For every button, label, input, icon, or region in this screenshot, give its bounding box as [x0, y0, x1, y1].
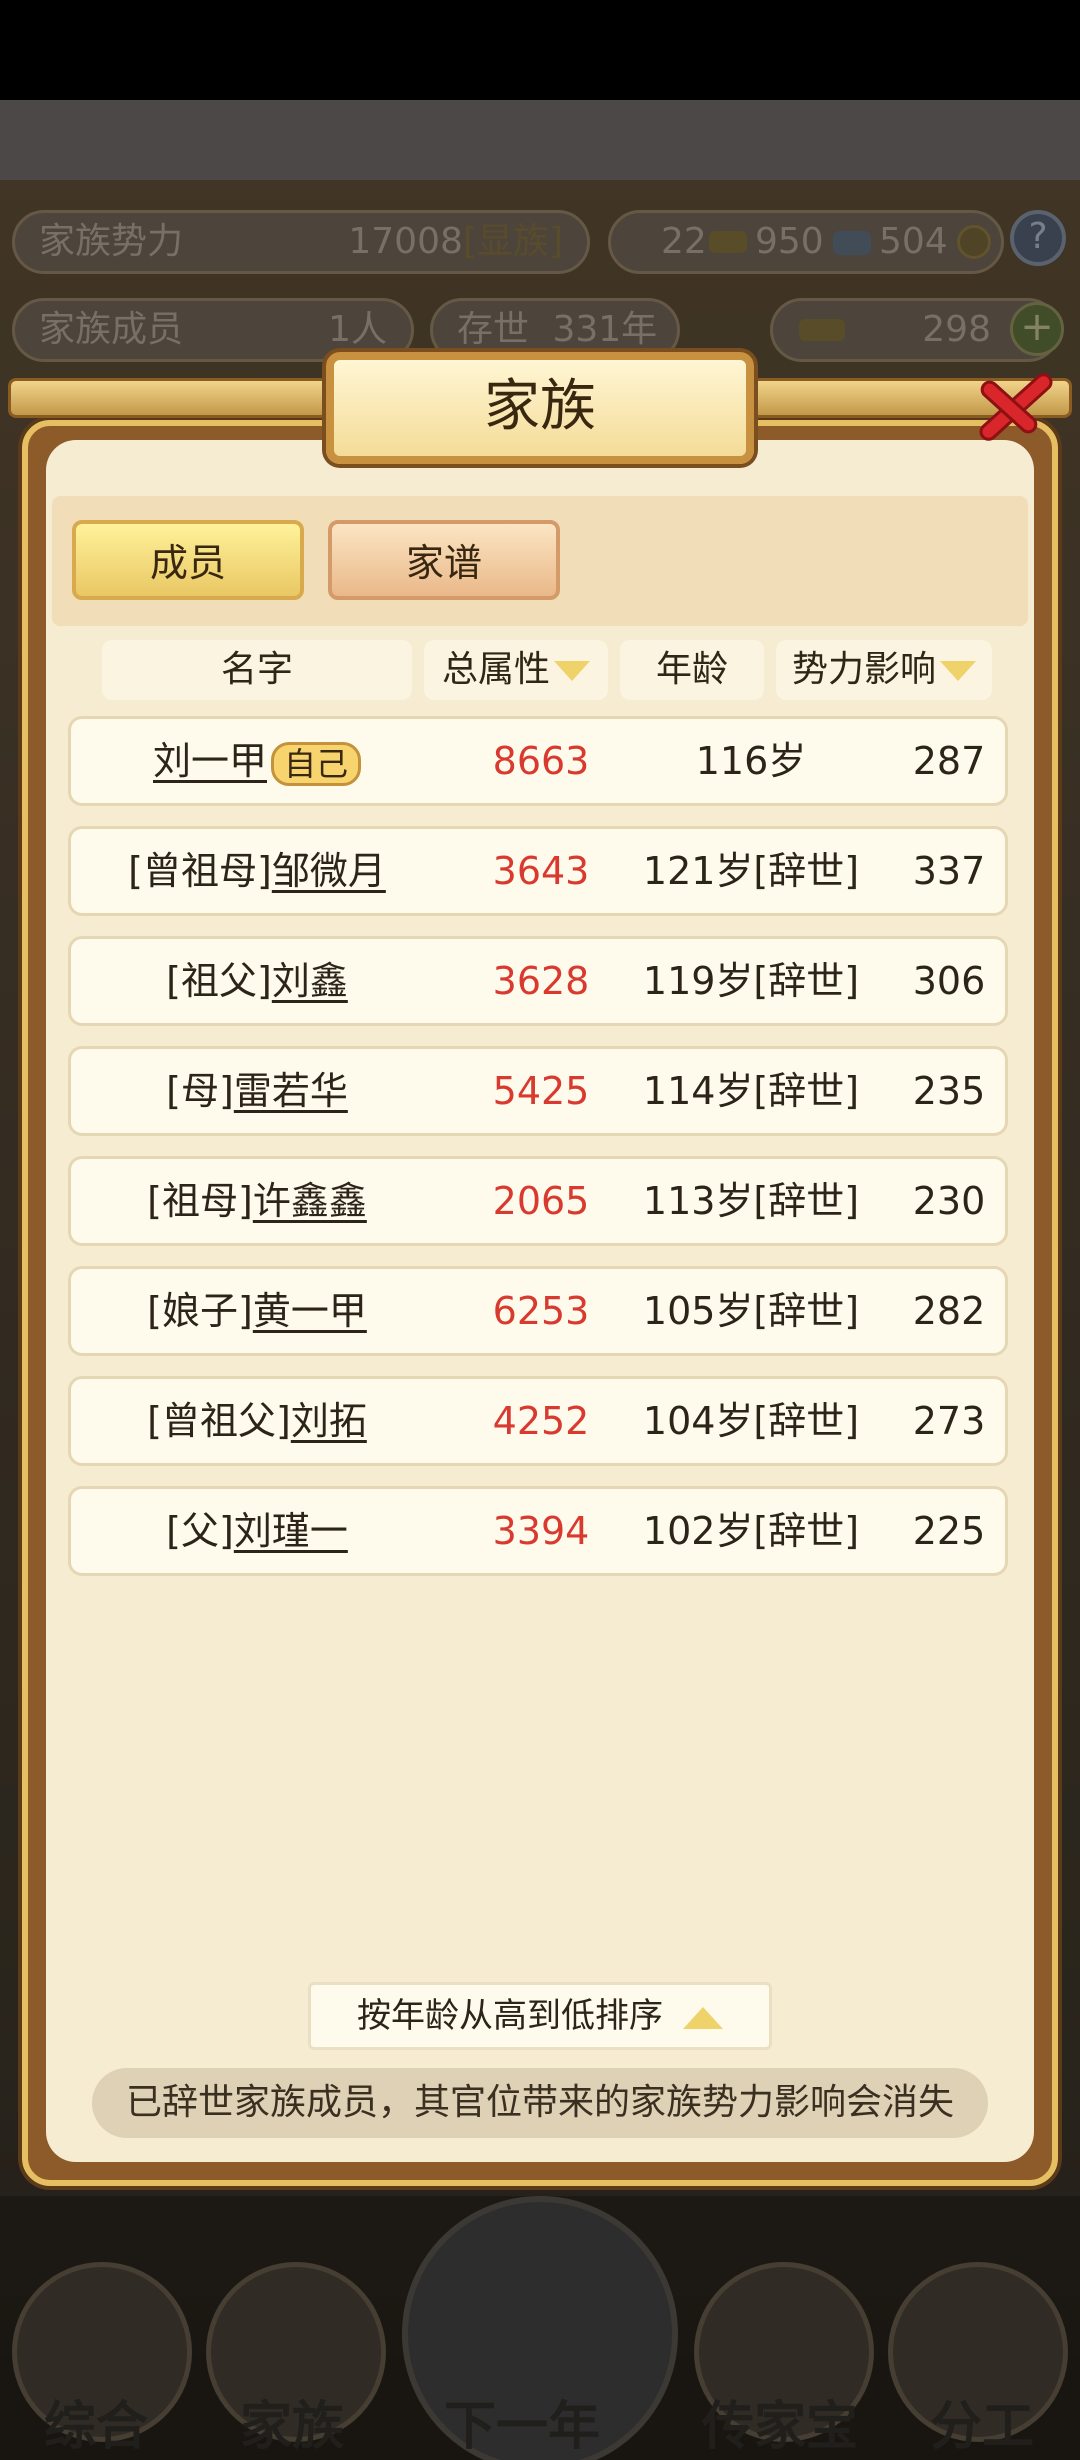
- member-attr: 4252: [492, 1399, 590, 1443]
- member-influence: 337: [912, 849, 986, 893]
- member-name-cell: 刘一甲 自己: [71, 719, 443, 803]
- member-name[interactable]: 黄一甲: [253, 1289, 367, 1333]
- member-influence: 273: [912, 1399, 986, 1443]
- member-name[interactable]: 刘瑾一: [234, 1509, 348, 1553]
- deceased-notice: 已辞世家族成员，其官位带来的家族势力影响会消失: [92, 2068, 988, 2138]
- member-name-cell: [祖父]刘鑫: [71, 939, 443, 1023]
- sort-down-icon: [554, 661, 590, 681]
- member-relation: [娘子]: [147, 1289, 253, 1333]
- member-relation: [母]: [166, 1069, 234, 1113]
- column-influence-label: 势力影响: [791, 649, 936, 690]
- member-attr: 3643: [492, 849, 590, 893]
- sort-order-label: 按年龄从高到低排序: [357, 1996, 663, 2036]
- table-row[interactable]: [祖母]许鑫鑫 2065 113岁[辞世] 230: [68, 1156, 1008, 1246]
- member-name[interactable]: 邹微月: [272, 849, 386, 893]
- sort-order-button[interactable]: 按年龄从高到低排序: [308, 1982, 772, 2050]
- member-age: 113岁[辞世]: [642, 1179, 860, 1223]
- member-age: 105岁[辞世]: [642, 1289, 860, 1333]
- member-relation: [曾祖父]: [147, 1399, 291, 1443]
- member-influence: 235: [912, 1069, 986, 1113]
- member-name-cell: [曾祖父]刘拓: [71, 1379, 443, 1463]
- member-attr: 3628: [492, 959, 590, 1003]
- member-relation: [祖母]: [147, 1179, 253, 1223]
- member-age: 121岁[辞世]: [642, 849, 860, 893]
- member-age: 102岁[辞世]: [642, 1509, 860, 1553]
- column-total-attr[interactable]: 总属性: [424, 640, 608, 700]
- sort-up-icon: [683, 2006, 723, 2029]
- column-name-label: 名字: [220, 649, 293, 690]
- table-row[interactable]: [父]刘瑾一 3394 102岁[辞世] 225: [68, 1486, 1008, 1576]
- member-attr: 8663: [492, 739, 590, 783]
- table-row[interactable]: [祖父]刘鑫 3628 119岁[辞世] 306: [68, 936, 1008, 1026]
- nav-dim-overlay: [0, 2196, 1080, 2460]
- member-age: 119岁[辞世]: [642, 959, 860, 1003]
- member-name[interactable]: 刘鑫: [272, 959, 348, 1003]
- member-relation: [祖父]: [166, 959, 272, 1003]
- member-influence: 306: [912, 959, 986, 1003]
- tab-family-tree[interactable]: 家谱: [328, 520, 560, 600]
- member-influence: 230: [912, 1179, 986, 1223]
- member-age: 114岁[辞世]: [642, 1069, 860, 1113]
- member-age: 104岁[辞世]: [642, 1399, 860, 1443]
- column-age-label: 年龄: [655, 649, 728, 690]
- close-icon[interactable]: [960, 350, 1070, 460]
- member-name-cell: [父]刘瑾一: [71, 1489, 443, 1573]
- member-name-cell: [母]雷若华: [71, 1049, 443, 1133]
- member-name[interactable]: 刘一甲: [153, 739, 267, 783]
- dialog-title: 家族: [326, 352, 754, 464]
- table-row[interactable]: [娘子]黄一甲 6253 105岁[辞世] 282: [68, 1266, 1008, 1356]
- member-name-cell: [娘子]黄一甲: [71, 1269, 443, 1353]
- column-influence[interactable]: 势力影响: [776, 640, 992, 700]
- column-total-attr-label: 总属性: [441, 649, 550, 690]
- table-row[interactable]: [母]雷若华 5425 114岁[辞世] 235: [68, 1046, 1008, 1136]
- table-row[interactable]: [曾祖母]邹微月 3643 121岁[辞世] 337: [68, 826, 1008, 916]
- member-influence: 282: [912, 1289, 986, 1333]
- member-name-cell: [祖母]许鑫鑫: [71, 1159, 443, 1243]
- member-attr: 5425: [492, 1069, 590, 1113]
- member-name[interactable]: 雷若华: [234, 1069, 348, 1113]
- table-row[interactable]: [曾祖父]刘拓 4252 104岁[辞世] 273: [68, 1376, 1008, 1466]
- member-influence: 225: [912, 1509, 986, 1553]
- self-badge: 自己: [271, 741, 362, 786]
- member-name-cell: [曾祖母]邹微月: [71, 829, 443, 913]
- column-name[interactable]: 名字: [102, 640, 412, 700]
- member-name[interactable]: 刘拓: [291, 1399, 367, 1443]
- member-relation: [父]: [166, 1509, 234, 1553]
- member-attr: 2065: [492, 1179, 590, 1223]
- member-attr: 6253: [492, 1289, 590, 1333]
- member-relation: [曾祖母]: [128, 849, 272, 893]
- sort-down-icon: [940, 661, 976, 681]
- tab-members[interactable]: 成员: [72, 520, 304, 600]
- column-age[interactable]: 年龄: [620, 640, 764, 700]
- member-age: 116岁: [695, 739, 807, 783]
- status-bar: [0, 0, 1080, 100]
- member-influence: 287: [912, 739, 986, 783]
- table-row[interactable]: 刘一甲 自己 8663 116岁 287: [68, 716, 1008, 806]
- member-attr: 3394: [492, 1509, 590, 1553]
- member-name[interactable]: 许鑫鑫: [253, 1179, 367, 1223]
